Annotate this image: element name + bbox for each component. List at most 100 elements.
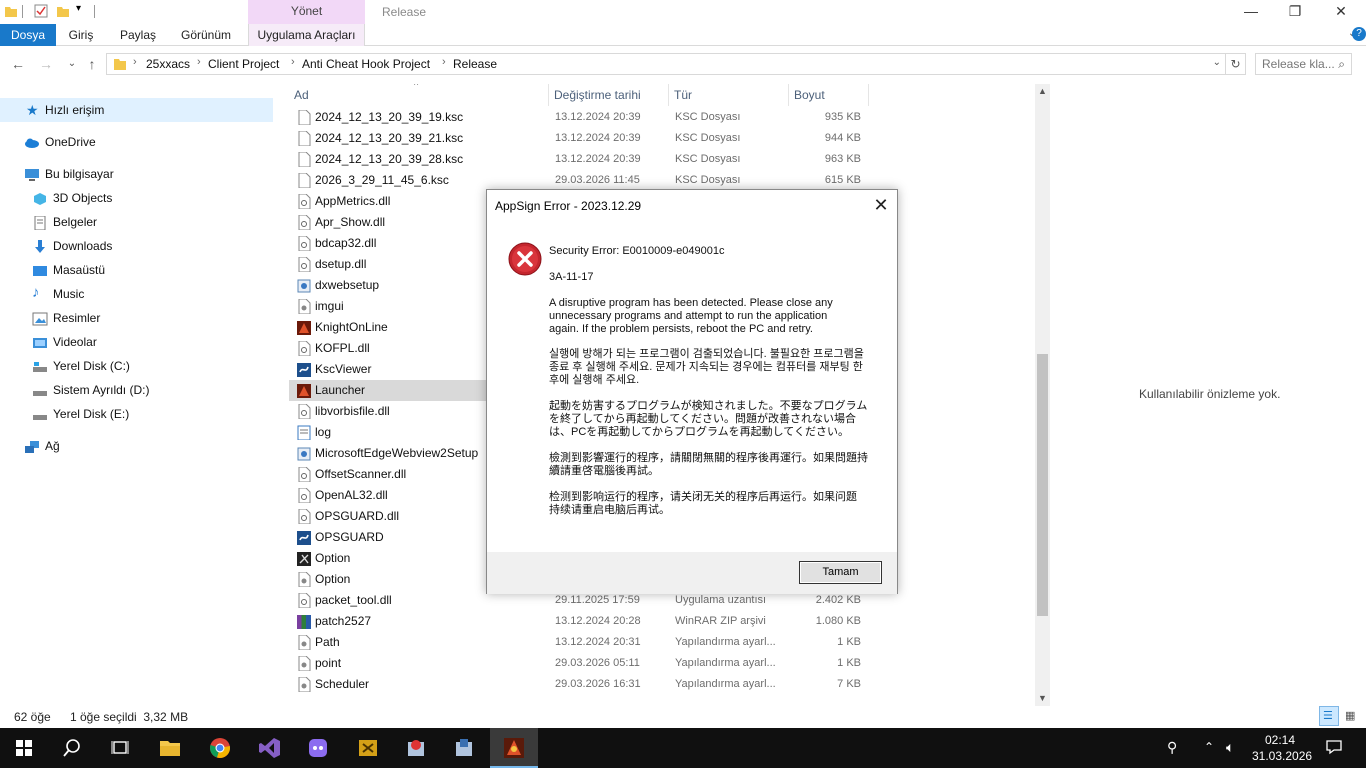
nav-onedrive[interactable]: OneDrive [24,131,264,153]
show-hidden-icons[interactable]: ⌃ [1204,740,1214,754]
column-name[interactable]: Ad [289,84,549,106]
breadcrumb-25xxacs[interactable]: 25xxacs [146,57,190,71]
file-size: 2.402 KB [815,594,861,606]
start-button[interactable] [0,728,48,768]
maximize-button[interactable]: ❐ [1272,0,1318,24]
nav-label: OneDrive [45,135,96,149]
file-name: Option [315,551,351,565]
back-icon[interactable]: ← [8,54,28,74]
file-name: 2024_12_13_20_39_28.ksc [315,152,464,166]
system-clock[interactable]: 02:14 31.03.2026 [1252,732,1312,764]
file-row[interactable]: 2024_12_13_20_39_21.ksc 13.12.2024 20:39 K… [289,128,869,149]
nav-videos[interactable]: Videolar [32,331,262,353]
new-folder-icon[interactable] [56,4,70,18]
scroll-down-icon[interactable]: ▼ [1035,691,1050,706]
nav-desktop[interactable]: Masaüstü [32,259,262,281]
nav-pictures[interactable]: Resimler [32,307,262,329]
breadcrumb-release[interactable]: Release [453,57,497,71]
breadcrumb-client-project[interactable]: Client Project [208,57,279,71]
file-name: point [315,656,342,670]
video-icon [32,335,47,349]
scroll-up-icon[interactable]: ▲ [1035,84,1050,99]
breadcrumb-anti-cheat-hook-project[interactable]: Anti Cheat Hook Project [302,57,430,71]
taskbar-app-2[interactable] [440,728,488,768]
notification-center-icon[interactable] [1326,739,1342,758]
start-icon [16,740,32,756]
dialog-close-button[interactable]: ✕ [871,194,891,216]
help-icon[interactable]: ? [1352,27,1366,41]
details-view-button[interactable]: ☰ [1319,706,1339,726]
refresh-button[interactable]: ↻ [1226,53,1246,75]
file-row[interactable]: 2026_3_29_11_45_6.ksc 29.03.2026 11:45 KSC… [289,170,869,191]
column-size[interactable]: Boyut [789,84,869,106]
close-button[interactable]: ✕ [1318,0,1364,24]
properties-icon[interactable] [34,4,48,18]
star-icon: ★ [26,102,39,118]
tab-file[interactable]: Dosya [0,24,56,46]
tab-app-tools[interactable]: Uygulama Araçları [248,24,365,46]
large-icons-view-button[interactable]: ▦ [1341,706,1361,726]
taskbar-cheat-engine[interactable] [344,728,392,768]
search-input[interactable]: Release kla... ⌕ [1255,53,1352,75]
recent-locations-icon[interactable]: ⌄ [62,54,82,74]
file-row[interactable]: patch2527 13.12.2024 20:28 WinRAR ZIP arşi… [289,611,869,632]
nav-music[interactable]: ♪ Music [32,283,262,305]
file-name: OPSGUARD [315,530,384,544]
item-count: 62 öğe [14,710,51,724]
address-dropdown-icon[interactable]: ⌄ [1213,57,1221,68]
scroll-thumb[interactable] [1037,354,1048,616]
nav-drive-d[interactable]: Sistem Ayrıldı (D:) [32,379,262,401]
file-type: Uygulama uzantısı [675,594,767,606]
nav-3d-objects[interactable]: 3D Objects [32,187,262,209]
file-name: log [315,425,332,439]
tab-share[interactable]: Paylaş [112,24,164,46]
app-icon [297,362,311,377]
nav-documents[interactable]: Belgeler [32,211,262,233]
file-name: OffsetScanner.dll [315,467,407,481]
file-name: 2026_3_29_11_45_6.ksc [315,173,449,187]
nav-drive-e[interactable]: Yerel Disk (E:) [32,403,262,425]
taskbar-file-explorer[interactable] [146,728,194,768]
volume-icon[interactable]: 🔈︎ [1226,739,1234,756]
dialog-body: Security Error: E0010009-e049001c 3A-11-… [487,226,897,556]
file-row[interactable]: Path 13.12.2024 20:31 Yapılandırma ayarl..… [289,632,869,653]
ok-button[interactable]: Tamam [799,561,882,584]
file-type: KSC Dosyası [675,111,741,123]
nav-downloads[interactable]: Downloads [32,235,262,257]
tab-view[interactable]: Görünüm [172,24,240,46]
nav-label: Sistem Ayrıldı (D:) [53,383,150,397]
file-size: 1 KB [837,636,861,648]
nav-label: Belgeler [53,215,98,229]
people-icon[interactable]: ⚲ [1167,739,1177,756]
close-icon: ✕ [873,195,889,215]
address-bar[interactable]: › 25xxacs › Client Project › Anti Cheat … [106,53,1226,75]
file-row[interactable]: 2024_12_13_20_39_19.ksc 13.12.2024 20:39 K… [289,107,869,128]
customize-toolbar-icon[interactable]: ▾ [76,3,81,14]
taskbar-chrome[interactable] [196,728,244,768]
nav-quick-access[interactable]: ★ Hızlı erişim [26,99,266,121]
taskbar-app-1[interactable] [392,728,440,768]
vertical-scrollbar[interactable]: ▲ ▼ [1035,84,1050,706]
column-date[interactable]: Değiştirme tarihi [549,84,669,106]
nav-network[interactable]: Ağ [24,435,264,457]
up-icon[interactable]: ↑ [82,54,102,74]
file-row[interactable]: Scheduler 29.03.2026 16:31 Yapılandırma ay… [289,674,869,695]
taskbar-visual-studio[interactable] [246,728,294,768]
file-row[interactable]: point 29.03.2026 05:11 Yapılandırma ayarl.… [289,653,869,674]
file-name: Scheduler [315,677,370,691]
file-row[interactable]: 2024_12_13_20_39_28.ksc 13.12.2024 20:39 K… [289,149,869,170]
file-date: 29.03.2026 16:31 [555,678,641,690]
task-view-button[interactable] [96,728,144,768]
nav-this-pc[interactable]: Bu bilgisayar [24,163,264,185]
ribbon-tabs: Dosya Giriş Paylaş Görünüm Uygulama Araç… [0,24,1366,46]
file-name: 2024_12_13_20_39_19.ksc [315,110,464,124]
forward-icon[interactable]: → [36,54,56,74]
taskbar-launcher[interactable] [490,728,538,768]
taskbar-discord[interactable] [294,728,342,768]
file-size: 615 KB [824,174,861,186]
nav-drive-c[interactable]: Yerel Disk (C:) [32,355,262,377]
minimize-button[interactable]: — [1228,0,1274,24]
search-button[interactable] [48,728,96,768]
tab-home[interactable]: Giriş [58,24,104,46]
column-type[interactable]: Tür [669,84,789,106]
